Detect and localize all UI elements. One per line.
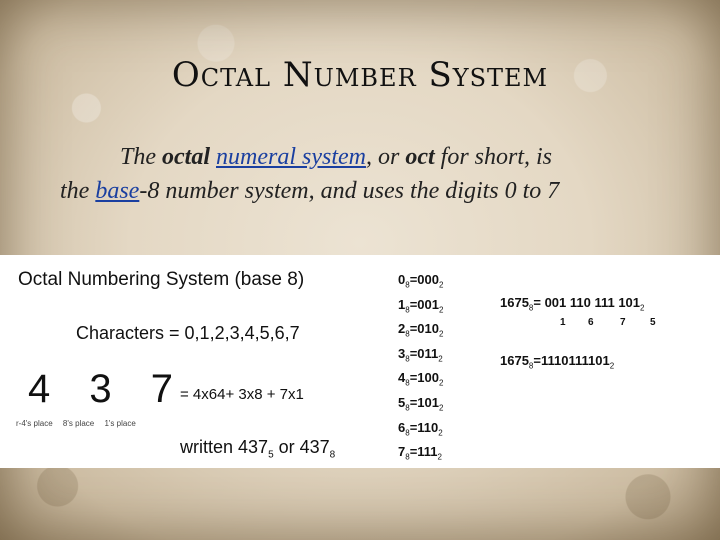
panel-title: Octal Numbering System (base 8): [18, 269, 305, 290]
place-labels: r-4's place 8's place 1's place: [16, 419, 166, 428]
full-binary-example: 16758=11101111012: [500, 353, 615, 371]
conversion-row: 68=1102: [398, 419, 443, 438]
conversion-row: 78=1112: [398, 444, 442, 462]
conversion-row: 58=1012: [398, 394, 444, 413]
conversion-row: 08=0002: [398, 272, 444, 290]
intro-line-2: the base-8 number system, and uses the d…: [60, 178, 560, 204]
slide-title: Octal Number System: [171, 55, 549, 95]
octal-diagram-panel: Octal Numbering System (base 8) Characte…: [0, 255, 720, 468]
place-label: r-4's place: [16, 419, 53, 428]
grouped-binary-example: 16758= 001 110 111 1012: [500, 295, 645, 313]
place-label: 8's place: [62, 419, 95, 428]
numeral-system-link[interactable]: numeral system: [216, 144, 366, 170]
intro-line-1: The octal numeral system, or oct for sho…: [120, 144, 553, 170]
conversion-row: 38=0112: [398, 345, 443, 364]
intro-text: The octal numeral system, or oct for sho…: [40, 140, 680, 208]
base-link[interactable]: base: [95, 178, 139, 204]
conversion-row: 28=0102: [398, 321, 444, 339]
group-digit: 5: [650, 317, 656, 328]
place-label: 1's place: [104, 419, 136, 428]
group-digit: 1: [560, 317, 566, 328]
oct-term: oct: [405, 144, 435, 170]
written-notation: written 4375 or 4378: [180, 437, 336, 461]
group-digit: 6: [588, 317, 594, 328]
octal-binary-table: 08=0002 18=0012 28=0102 38=0112 48=1002 …: [398, 270, 443, 467]
conversion-row: 18=0012: [398, 296, 444, 315]
conversion-row: 48=1002: [398, 370, 444, 388]
characters-line: Characters = 0,1,2,3,4,5,6,7: [76, 323, 300, 343]
expansion: = 4x64+ 3x8 + 7x1: [180, 386, 304, 403]
group-digit: 7: [620, 317, 626, 328]
example-digits: 4 3 7: [28, 367, 187, 411]
octal-term: octal: [162, 144, 210, 170]
